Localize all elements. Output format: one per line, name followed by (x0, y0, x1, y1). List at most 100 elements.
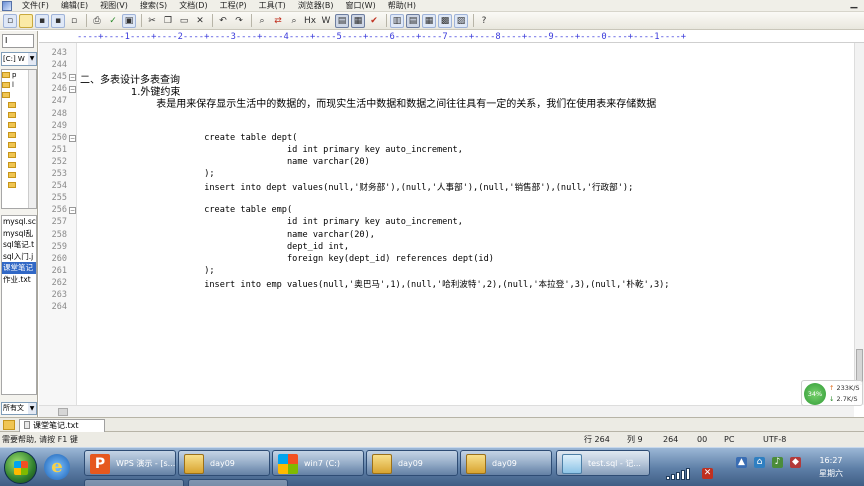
spell-icon[interactable]: ▦ (351, 13, 365, 28)
hex-edit-icon[interactable]: Hx (303, 14, 317, 28)
file-item[interactable]: mysql乱 (2, 228, 36, 240)
find-in-files-icon[interactable]: ⌕ (287, 14, 301, 28)
column-view-icon[interactable]: ▥ (390, 13, 404, 28)
menu-document[interactable]: 文档(D) (173, 0, 213, 12)
redo-icon[interactable]: ↷ (232, 14, 246, 28)
spell-check-icon[interactable]: ✓ (106, 14, 120, 28)
code-line[interactable]: name varchar(20), (80, 230, 375, 240)
tree-scrollbar[interactable] (28, 70, 36, 208)
panel-tab[interactable]: I (2, 34, 34, 48)
horizontal-scrollbar[interactable] (39, 405, 854, 417)
taskbar-button-folder[interactable]: day09 (460, 450, 552, 476)
folder-icon[interactable] (3, 420, 15, 430)
menu-edit[interactable]: 编辑(E) (55, 0, 94, 12)
file-item[interactable]: 作业.txt (2, 274, 36, 286)
view-toggle-icon[interactable]: ▣ (122, 13, 136, 28)
tab-document[interactable]: 课堂笔记.txt (19, 419, 105, 432)
delete-icon[interactable]: ✕ (193, 14, 207, 28)
fold-toggle-icon[interactable]: − (69, 207, 76, 215)
ie-icon[interactable]: e (44, 454, 70, 480)
file-item[interactable]: sql笔记.t (2, 239, 36, 251)
column-mode-icon[interactable]: ▤ (335, 13, 349, 28)
menu-window[interactable]: 窗口(W) (340, 0, 382, 12)
code-line[interactable]: dept_id int, (80, 242, 349, 252)
editor-pane[interactable]: ----+----1----+----2----+----3----+----4… (39, 31, 864, 417)
scroll-thumb[interactable] (58, 408, 68, 416)
fold-toggle-icon[interactable]: − (69, 74, 76, 82)
code-line[interactable]: ); (80, 169, 214, 179)
taskbar-button-notepad[interactable]: test.sql - 记... (556, 450, 650, 476)
new-file-icon[interactable]: ▫ (3, 13, 17, 28)
vertical-scrollbar[interactable] (854, 43, 864, 405)
menu-browser[interactable]: 浏览器(B) (292, 0, 340, 12)
file-item[interactable]: sql入门.j (2, 251, 36, 263)
code-line[interactable]: name varchar(20) (80, 157, 370, 167)
tile-icon[interactable]: ▦ (422, 13, 436, 28)
network-icon[interactable]: ⌂ (754, 457, 765, 468)
print-icon[interactable]: ⎙ (90, 14, 104, 28)
drive-select[interactable]: [C:] W ▼ (1, 52, 37, 66)
save-all-icon[interactable]: ▪ (51, 13, 65, 28)
menu-file[interactable]: 文件(F) (16, 0, 55, 12)
alert-icon[interactable]: ✕ (702, 468, 713, 479)
image-icon[interactable]: ▨ (454, 13, 468, 28)
column-ruler: ----+----1----+----2----+----3----+----4… (39, 31, 864, 43)
code-line[interactable]: insert into dept values(null,'财务部'),(nul… (80, 181, 633, 193)
line-number: 247 (51, 96, 67, 107)
taskbar-button-explorer[interactable]: win7 (C:) (272, 450, 364, 476)
file-item-selected[interactable]: 课堂笔记 (2, 262, 36, 274)
cut-icon[interactable]: ✂ (145, 14, 159, 28)
paste-icon[interactable]: ▭ (177, 14, 191, 28)
copy-icon[interactable]: ❐ (161, 14, 175, 28)
taskbar-button-folder[interactable]: day09 (178, 450, 270, 476)
code-line[interactable]: create table dept( (80, 133, 297, 143)
clock[interactable]: 16:27 星期六 (808, 454, 854, 480)
signal-strength-icon[interactable] (666, 468, 691, 480)
minimize-button[interactable]: ▁ (846, 0, 862, 11)
notepad-icon (562, 454, 582, 474)
grid-icon[interactable]: ▩ (438, 13, 452, 28)
code-line[interactable]: create table emp( (80, 205, 292, 215)
code-line[interactable]: foreign key(dept_id) references dept(id) (80, 254, 494, 264)
menu-project[interactable]: 工程(P) (214, 0, 253, 12)
menu-help[interactable]: 帮助(H) (382, 0, 422, 12)
file-item[interactable]: mysql.sc (2, 216, 36, 228)
folder-tree[interactable]: p l (1, 69, 37, 209)
code-line[interactable]: id int primary key auto_increment, (80, 145, 463, 155)
find-icon[interactable]: ⌕ (255, 14, 269, 28)
volume-icon[interactable]: ♪ (772, 457, 783, 468)
code-line[interactable]: id int primary key auto_increment, (80, 217, 463, 227)
help-icon[interactable]: ? (477, 14, 491, 28)
tray-arrow-icon[interactable]: ▲ (736, 457, 747, 468)
word-wrap-icon[interactable]: W (319, 14, 333, 28)
code-area[interactable]: 二、多表设计多表查询 1.外键约束 表是用来保存显示生活中的数据的，而现实生活中… (77, 43, 854, 405)
taskbar-button-folder[interactable]: day09 (366, 450, 458, 476)
security-icon[interactable]: ◆ (790, 457, 801, 468)
chevron-down-icon[interactable]: ▼ (28, 53, 36, 65)
checkmark-icon[interactable]: ✔ (367, 14, 381, 28)
start-button[interactable] (4, 451, 37, 484)
open-folder-icon[interactable] (19, 13, 33, 28)
status-mode: PC (724, 435, 735, 444)
undo-icon[interactable]: ↶ (216, 14, 230, 28)
code-line[interactable]: 表是用来保存显示生活中的数据的，而现实生活中数据和数据之间往往具有一定的关系，我… (80, 95, 656, 110)
save-icon[interactable]: ▪ (35, 13, 49, 28)
line-number: 248 (51, 108, 67, 119)
taskbar-button-wps[interactable]: P WPS 演示 - [s... (84, 450, 176, 476)
replace-icon[interactable]: ⇄ (271, 14, 285, 28)
line-number: 244 (51, 60, 67, 71)
fold-toggle-icon[interactable]: − (69, 134, 76, 142)
fold-toggle-icon[interactable]: − (69, 86, 76, 94)
taskbar-button-stub[interactable] (84, 479, 184, 486)
menu-search[interactable]: 搜索(S) (134, 0, 173, 12)
close-doc-icon[interactable]: ▫ (67, 14, 81, 28)
file-filter-select[interactable]: 所有文 ▼ (1, 402, 37, 415)
menu-view[interactable]: 视图(V) (94, 0, 134, 12)
taskbar-button-stub[interactable] (188, 479, 288, 486)
menu-tools[interactable]: 工具(T) (253, 0, 292, 12)
code-line[interactable]: insert into emp values(null,'奥巴马',1),(nu… (80, 278, 669, 290)
network-speed-widget[interactable]: 34% ↑ 233K/S ↓ 2.7K/S (801, 380, 863, 406)
chevron-down-icon[interactable]: ▼ (28, 403, 36, 414)
code-line[interactable]: ); (80, 266, 214, 276)
list-icon[interactable]: ▤ (406, 13, 420, 28)
